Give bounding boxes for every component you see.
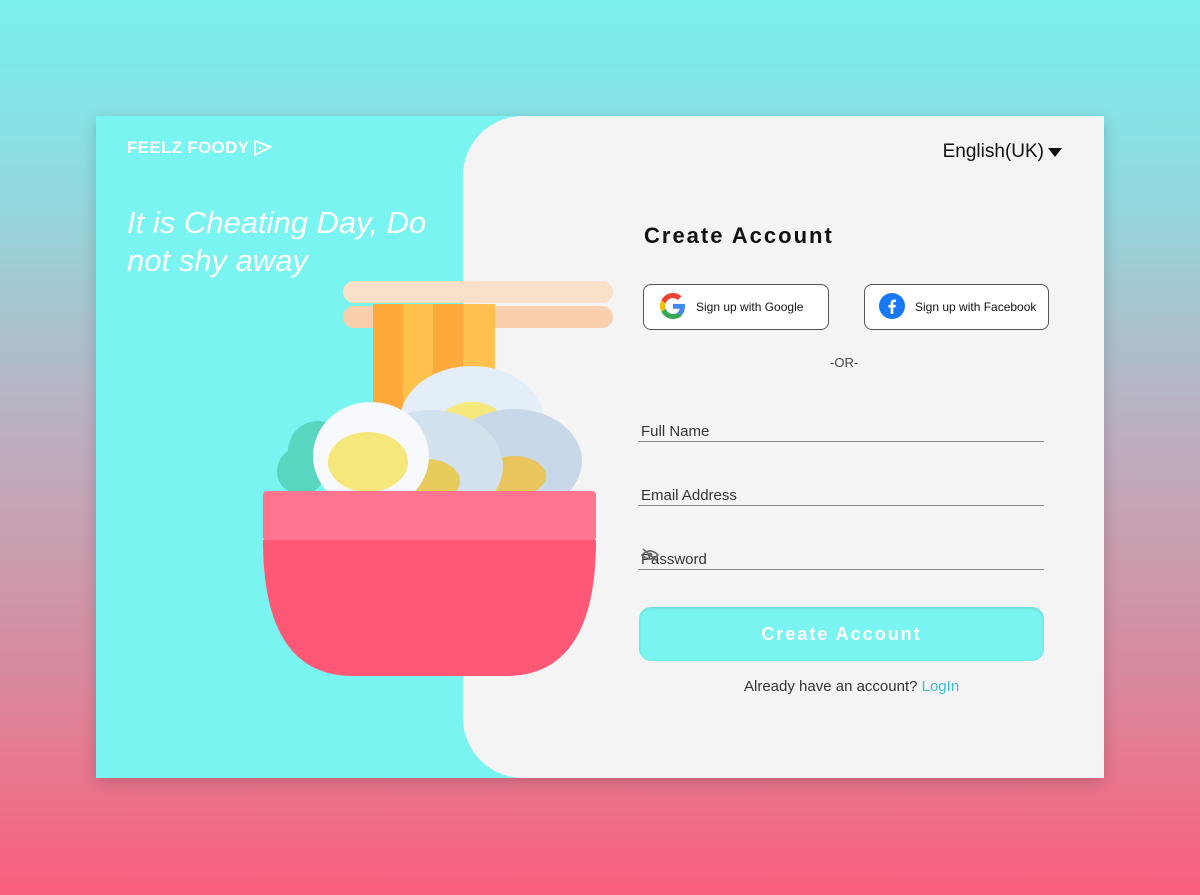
- brand-name: FEELZ FOODY: [127, 138, 250, 157]
- login-link[interactable]: LogIn: [922, 678, 960, 695]
- google-icon: [660, 292, 686, 322]
- hero-tagline: It is Cheating Day, Do not shy away: [127, 205, 427, 278]
- bowl-rim: [263, 491, 596, 541]
- language-select[interactable]: English(UK): [943, 141, 1062, 163]
- or-divider: -OR-: [830, 355, 859, 370]
- bowl-body: [263, 540, 596, 676]
- pizza-slice-icon: [253, 139, 273, 157]
- email-label: Email Address: [641, 487, 737, 504]
- email-field[interactable]: Email Address: [638, 476, 1044, 506]
- ramen-bowl-illustration: [263, 281, 613, 676]
- create-account-button[interactable]: Create Account: [639, 607, 1044, 661]
- caret-down-icon: [1048, 147, 1062, 157]
- google-signup-button[interactable]: Sign up with Google: [643, 284, 829, 330]
- login-prompt-text: Already have an account?: [744, 678, 918, 695]
- form-title: Create Account: [644, 223, 834, 248]
- facebook-signup-label: Sign up with Facebook: [915, 300, 1037, 314]
- eye-off-icon[interactable]: [640, 548, 1041, 566]
- google-signup-label: Sign up with Google: [696, 300, 804, 314]
- password-field[interactable]: Password: [638, 540, 1044, 570]
- egg-yolk: [328, 432, 408, 492]
- brand-logo[interactable]: FEELZ FOODY: [127, 138, 273, 158]
- facebook-icon: [879, 292, 905, 322]
- language-label: English(UK): [942, 141, 1044, 162]
- chopstick-top: [343, 281, 613, 303]
- facebook-signup-button[interactable]: Sign up with Facebook: [864, 284, 1049, 330]
- login-prompt: Already have an account? LogIn: [744, 678, 959, 695]
- full-name-label: Full Name: [641, 423, 710, 440]
- full-name-field[interactable]: Full Name: [638, 412, 1044, 442]
- signup-card: FEELZ FOODY It is Cheating Day, Do not s…: [96, 116, 1104, 778]
